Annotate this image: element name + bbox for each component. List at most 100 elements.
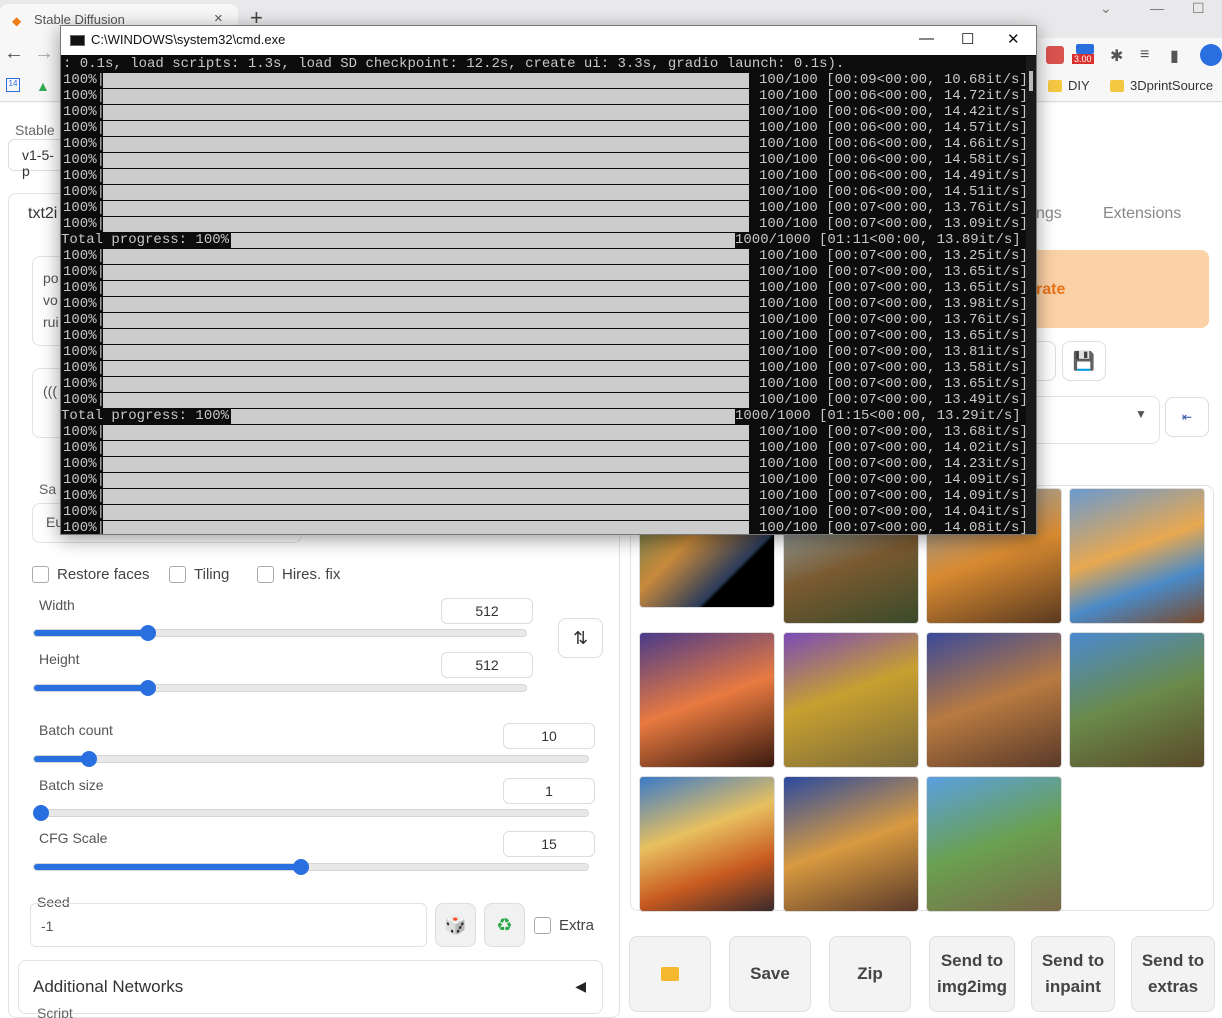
- batch-size-input[interactable]: 1: [503, 778, 595, 804]
- style-apply-button[interactable]: [1036, 341, 1056, 381]
- cfg-scale-slider-thumb[interactable]: [293, 859, 309, 875]
- minimize-icon[interactable]: —: [919, 30, 934, 47]
- tab-settings[interactable]: ngs: [1036, 205, 1062, 223]
- cmd-progress-line: 100%| 100/100 [00:07<00:00, 13.76it/s]: [61, 312, 1027, 328]
- gallery-image[interactable]: [1069, 488, 1205, 624]
- progress-stats: 100/100 [00:07<00:00, 13.49it/s]: [759, 392, 1027, 408]
- close-icon[interactable]: ✕: [1007, 30, 1020, 48]
- progress-stats: 100/100 [00:07<00:00, 13.76it/s]: [759, 312, 1027, 328]
- gallery-image[interactable]: [926, 776, 1062, 912]
- sidebar-icon[interactable]: ▮: [1170, 46, 1179, 66]
- additional-networks-accordion[interactable]: Additional Networks ◀: [18, 960, 603, 1014]
- checkbox-box[interactable]: [257, 566, 274, 583]
- bookmark-3dprintsource[interactable]: 3DprintSource: [1110, 78, 1213, 93]
- progress-stats: 100/100 [00:06<00:00, 14.57it/s]: [759, 120, 1027, 136]
- cmd-progress-line: 100%| 100/100 [00:07<00:00, 14.23it/s]: [61, 456, 1027, 472]
- maximize-icon[interactable]: ☐: [961, 30, 974, 48]
- progress-bar: [103, 457, 749, 472]
- cmd-progress-line: 100%| 100/100 [00:07<00:00, 13.49it/s]: [61, 392, 1027, 408]
- gallery-image[interactable]: [783, 632, 919, 768]
- chevron-down-icon[interactable]: ⌄: [1100, 0, 1112, 17]
- height-slider[interactable]: [33, 684, 527, 692]
- sampler-label: Sa: [39, 481, 57, 497]
- cmd-progress-line: 100%| 100/100 [00:07<00:00, 13.09it/s]: [61, 216, 1027, 232]
- restore-faces-checkbox[interactable]: Restore faces: [32, 566, 150, 583]
- bookmark-diy[interactable]: DIY: [1048, 78, 1090, 93]
- send-to-inpaint-button[interactable]: Send to inpaint: [1031, 936, 1115, 1012]
- progress-bar: [103, 361, 749, 376]
- cmd-progress-line: 100%| 100/100 [00:07<00:00, 13.65it/s]: [61, 280, 1027, 296]
- checkbox-box[interactable]: [169, 566, 186, 583]
- send-to-img2img-button[interactable]: Send to img2img: [929, 936, 1015, 1012]
- drive-icon[interactable]: ▲: [36, 78, 50, 94]
- back-icon[interactable]: ←: [4, 42, 24, 65]
- progress-stats: 100/100 [00:06<00:00, 14.51it/s]: [759, 184, 1027, 200]
- height-slider-thumb[interactable]: [140, 680, 156, 696]
- cmd-titlebar[interactable]: C:\WINDOWS\system32\cmd.exe — ☐ ✕: [61, 26, 1036, 55]
- progress-percent: 100%|: [63, 328, 106, 344]
- width-slider[interactable]: [33, 629, 527, 637]
- tab-txt2img[interactable]: txt2i: [28, 205, 57, 223]
- progress-bar: [103, 249, 749, 264]
- height-input[interactable]: 512: [441, 652, 533, 678]
- folder-icon: [1110, 79, 1124, 92]
- cfg-scale-input[interactable]: 15: [503, 831, 595, 857]
- folder-icon: [1048, 79, 1062, 92]
- save-button[interactable]: Save: [729, 936, 811, 1012]
- cmd-window[interactable]: C:\WINDOWS\system32\cmd.exe — ☐ ✕ : 0.1s…: [60, 25, 1037, 535]
- forward-icon[interactable]: →: [34, 42, 54, 65]
- dice-icon[interactable]: 🎲: [435, 903, 476, 947]
- tiling-checkbox[interactable]: Tiling: [169, 566, 229, 583]
- progress-percent: 100%|: [63, 440, 106, 456]
- progress-bar: [103, 345, 749, 360]
- gallery-image[interactable]: [926, 632, 1062, 768]
- send-to-extras-button[interactable]: Send to extras: [1131, 936, 1215, 1012]
- progress-bar: [103, 425, 749, 440]
- cmd-scrollbar-thumb[interactable]: [1029, 71, 1033, 91]
- extra-checkbox[interactable]: Extra: [534, 917, 594, 934]
- progress-stats: 100/100 [00:07<00:00, 13.58it/s]: [759, 360, 1027, 376]
- gallery-image[interactable]: [1069, 632, 1205, 768]
- cmd-output: : 0.1s, load scripts: 1.3s, load SD chec…: [61, 56, 1027, 534]
- minimize-icon[interactable]: —: [1150, 0, 1164, 16]
- checkbox-box[interactable]: [32, 566, 49, 583]
- width-slider-thumb[interactable]: [140, 625, 156, 641]
- checkbox-label: Hires. fix: [282, 566, 341, 583]
- height-label: Height: [39, 651, 80, 667]
- open-folder-button[interactable]: [629, 936, 711, 1012]
- progress-percent: 100%|: [63, 488, 106, 504]
- cmd-progress-line: 100%| 100/100 [00:06<00:00, 14.51it/s]: [61, 184, 1027, 200]
- avatar[interactable]: [1200, 44, 1222, 66]
- cmd-scrollbar[interactable]: [1026, 56, 1036, 534]
- tab-extensions[interactable]: Extensions: [1103, 205, 1181, 223]
- save-style-icon[interactable]: 💾: [1062, 341, 1106, 381]
- maximize-icon[interactable]: ☐: [1192, 0, 1205, 17]
- gallery-image[interactable]: [639, 776, 775, 912]
- batch-count-input[interactable]: 10: [503, 723, 595, 749]
- recycle-icon[interactable]: ♻: [484, 903, 525, 947]
- list-icon[interactable]: ≡: [1140, 46, 1149, 64]
- batch-count-slider[interactable]: [33, 755, 589, 763]
- batch-size-slider[interactable]: [33, 809, 589, 817]
- cmd-header-line: : 0.1s, load scripts: 1.3s, load SD chec…: [61, 56, 1027, 72]
- badge-extension-icon[interactable]: 3.00: [1072, 44, 1098, 66]
- hires-fix-checkbox[interactable]: Hires. fix: [257, 566, 340, 583]
- checkbox-box[interactable]: [534, 917, 551, 934]
- swap-dimensions-button[interactable]: ⇅: [558, 618, 603, 658]
- width-input[interactable]: 512: [441, 598, 533, 624]
- batch-count-slider-thumb[interactable]: [81, 751, 97, 767]
- calendar-icon[interactable]: 14: [6, 78, 20, 92]
- cmd-icon: [70, 35, 85, 46]
- end-icon[interactable]: ⇤: [1165, 397, 1209, 437]
- extension-icon[interactable]: [1046, 46, 1064, 64]
- gallery-image[interactable]: [639, 632, 775, 768]
- progress-percent: 100%|: [63, 120, 106, 136]
- seed-input[interactable]: -1: [30, 903, 427, 947]
- puzzle-icon[interactable]: ✱: [1110, 46, 1123, 66]
- cfg-scale-slider[interactable]: [33, 863, 589, 871]
- cmd-progress-line: 100%| 100/100 [00:07<00:00, 14.09it/s]: [61, 488, 1027, 504]
- zip-button[interactable]: Zip: [829, 936, 911, 1012]
- progress-percent: 100%|: [63, 360, 106, 376]
- batch-size-slider-thumb[interactable]: [33, 805, 49, 821]
- gallery-image[interactable]: [783, 776, 919, 912]
